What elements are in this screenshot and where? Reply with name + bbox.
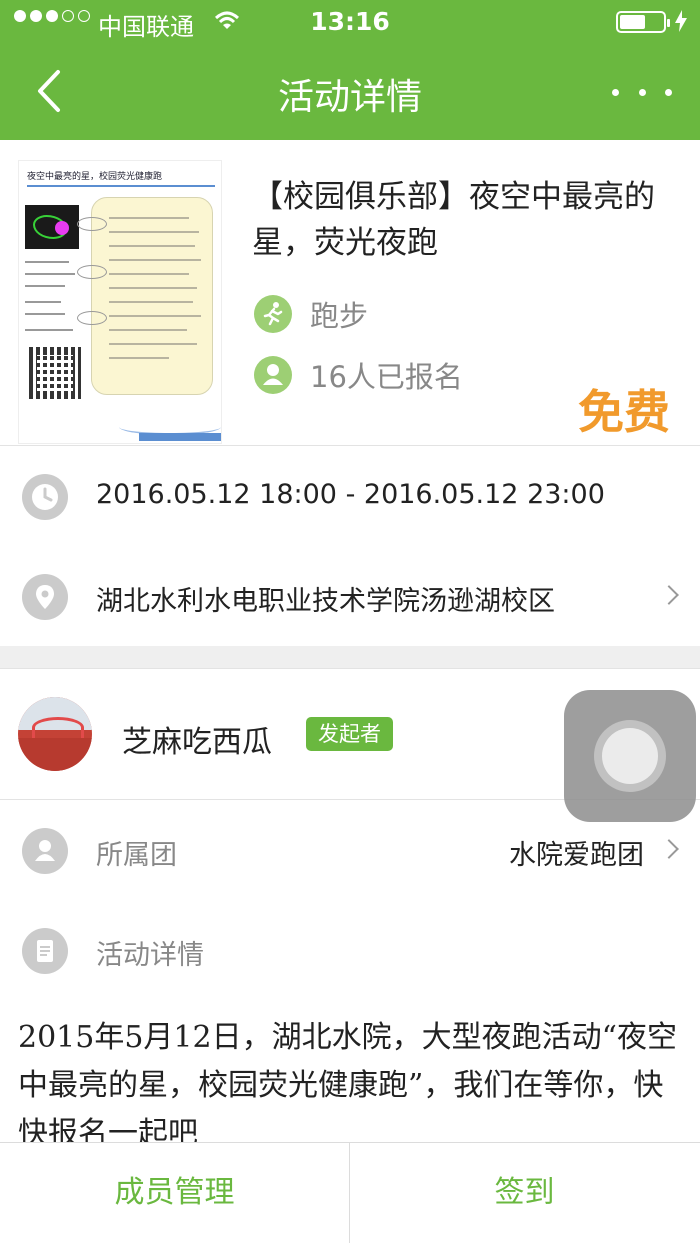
category-label: 跑步 (310, 299, 369, 333)
more-options-button[interactable] (612, 72, 672, 112)
more-dots-icon (612, 88, 619, 96)
group-name: 水院爱跑团 (509, 840, 644, 871)
qr-code (29, 347, 81, 399)
bottom-action-bar: 成员管理 签到 (0, 1142, 700, 1243)
signup-count-row: 16人已报名 (254, 355, 463, 395)
details-header: 活动详情 (0, 900, 700, 1000)
organizer-avatar[interactable] (18, 697, 92, 771)
status-bar: 中国联通 13:16 (0, 0, 700, 44)
member-management-button[interactable]: 成员管理 (0, 1143, 349, 1243)
chevron-right-icon (659, 585, 679, 605)
time-range: 2016.05.12 18:00 - 2016.05.12 23:00 (96, 479, 605, 510)
activity-category: 跑步 (254, 294, 368, 334)
location-text: 湖北水利水电职业技术学院汤逊湖校区 (96, 586, 555, 617)
chevron-right-icon (659, 839, 679, 859)
activity-title: 【校园俱乐部】夜空中最亮的星，荧光夜跑 (252, 179, 655, 261)
location-row[interactable]: 湖北水利水电职业技术学院汤逊湖校区 (0, 546, 700, 647)
time-row: 2016.05.12 18:00 - 2016.05.12 23:00 (0, 446, 700, 547)
group-label: 所属团 (96, 840, 177, 871)
organizer-role-badge: 发起者 (306, 717, 393, 751)
location-pin-icon (22, 574, 68, 620)
signup-count: 16人已报名 (310, 360, 463, 394)
activity-description: 2015年5月12日，湖北水院，大型夜跑活动“夜空中最亮的星，校园荧光健康跑”，… (18, 1020, 677, 1142)
status-time: 13:16 (310, 7, 390, 36)
assistive-touch-button[interactable] (564, 690, 696, 822)
battery-icon (616, 11, 670, 33)
details-label: 活动详情 (96, 940, 204, 971)
activity-poster-image[interactable]: 夜空中最亮的星，校园荧光健康跑 (18, 160, 222, 444)
poster-caption: 夜空中最亮的星，校园荧光健康跑 (27, 169, 215, 187)
organizer-name: 芝麻吃西瓜 (122, 725, 272, 760)
section-divider (0, 646, 700, 669)
running-icon (254, 295, 292, 333)
page-title: 活动详情 (277, 77, 422, 118)
person-icon (254, 356, 292, 394)
price-label: 免费 (578, 385, 670, 439)
clock-icon (22, 474, 68, 520)
navigation-bar: 活动详情 (0, 44, 700, 140)
check-in-button[interactable]: 签到 (350, 1143, 699, 1243)
person-icon (22, 828, 68, 874)
document-icon (22, 928, 68, 974)
activity-summary: 夜空中最亮的星，校园荧光健康跑 【校园俱乐部】夜空中最亮的星，荧光夜跑 跑步 1… (0, 140, 700, 446)
charging-icon (674, 10, 688, 36)
